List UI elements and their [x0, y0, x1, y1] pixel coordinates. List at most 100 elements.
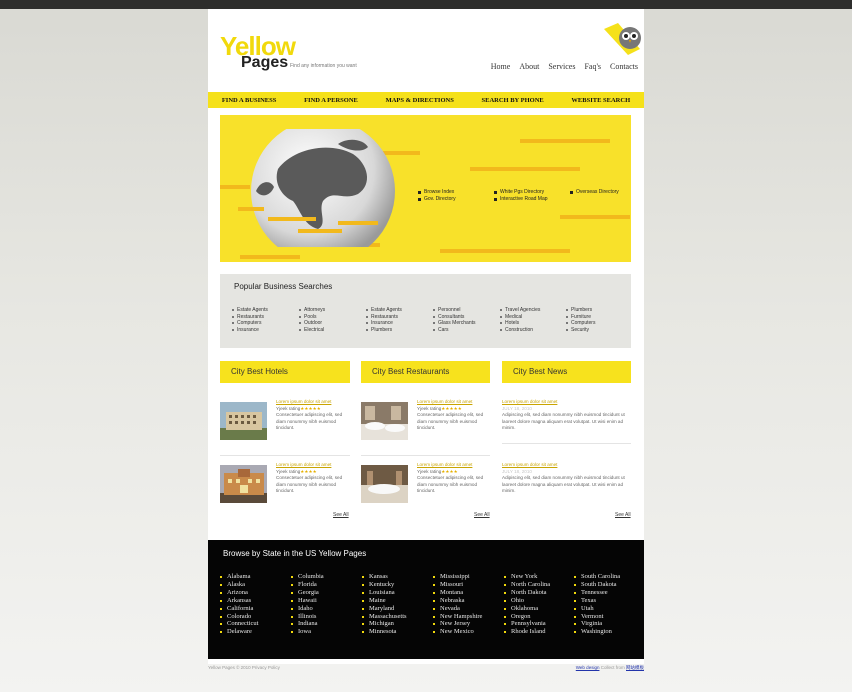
state-link[interactable]: Pennsylvania [504, 620, 550, 628]
popular-link[interactable]: Electrical [299, 327, 325, 334]
news-desc: Adipiscing elit, sed diam nonummy nibh e… [502, 412, 625, 431]
state-link[interactable]: New Jersey [433, 620, 482, 628]
news-link[interactable]: Lorem ipsum dolor sit amet [502, 462, 557, 467]
state-link[interactable]: Arizona [220, 589, 258, 597]
divider [361, 455, 490, 456]
nav-find-business[interactable]: FIND A BUSINESS [222, 97, 277, 104]
popular-link[interactable]: Security [566, 327, 595, 334]
state-link[interactable]: Illinois [291, 613, 324, 621]
hotel-link[interactable]: Lorem ipsum dolor sit amet [276, 462, 331, 467]
state-link[interactable]: Rhode Island [504, 628, 550, 636]
hotels-see-all-link[interactable]: See All [333, 512, 349, 518]
state-link[interactable]: Idaho [291, 605, 324, 613]
state-link[interactable]: Minnesota [362, 628, 407, 636]
restaurant-link[interactable]: Lorem ipsum dolor sit amet [417, 462, 472, 467]
hotel-link[interactable]: Lorem ipsum dolor sit amet [276, 399, 331, 404]
hero-link[interactable]: Gov. Directory [418, 196, 456, 203]
restaurants-heading: City Best Restaurants [361, 361, 490, 383]
news-see-all-link[interactable]: See All [615, 512, 631, 518]
hotel-text: Lorem ipsum dolor sit amet Yjeek rating★… [276, 399, 350, 432]
state-link[interactable]: Montana [433, 589, 482, 597]
state-link[interactable]: Louisiana [362, 589, 407, 597]
popular-link[interactable]: Insurance [232, 327, 268, 334]
state-link[interactable]: New York [504, 573, 550, 581]
copyright-text: Yellow Pages © 2010 Privacy Policy [208, 665, 280, 670]
state-link[interactable]: Missouri [433, 581, 482, 589]
state-link[interactable]: Alabama [220, 573, 258, 581]
nav-contacts[interactable]: Contacts [610, 62, 638, 71]
state-link[interactable]: Colorado [220, 613, 258, 621]
nav-faqs[interactable]: Faq's [584, 62, 601, 71]
state-link[interactable]: Ohio [504, 597, 550, 605]
hotels-heading: City Best Hotels [220, 361, 350, 383]
state-link[interactable]: Connecticut [220, 620, 258, 628]
popular-link[interactable]: Plumbers [366, 327, 402, 334]
states-col-4: Mississippi Missouri Montana Nebraska Ne… [433, 573, 482, 636]
nav-home[interactable]: Home [491, 62, 511, 71]
state-link[interactable]: Oklahoma [504, 605, 550, 613]
state-link[interactable]: Tennessee [574, 589, 620, 597]
state-link[interactable]: Vermont [574, 613, 620, 621]
restaurant-photo[interactable] [361, 465, 408, 503]
states-col-6: South Carolina South Dakota Tennessee Te… [574, 573, 620, 636]
restaurant-photo[interactable] [361, 402, 408, 440]
popular-link[interactable]: Construction [500, 327, 540, 334]
hero-link[interactable]: Overseas Directory [570, 189, 619, 196]
state-link[interactable]: Virginia [574, 620, 620, 628]
news-link[interactable]: Lorem ipsum dolor sit amet [502, 399, 557, 404]
state-link[interactable]: Hawaii [291, 597, 324, 605]
state-link[interactable]: South Dakota [574, 581, 620, 589]
rating-label: Yjeek rating [417, 468, 442, 474]
state-link[interactable]: Delaware [220, 628, 258, 636]
state-link[interactable]: Oregon [504, 613, 550, 621]
state-link[interactable]: Georgia [291, 589, 324, 597]
credit-site-link[interactable]: 网站模板 [626, 665, 644, 670]
nav-website-search[interactable]: WEBSITE SEARCH [571, 97, 630, 104]
nav-services[interactable]: Services [548, 62, 575, 71]
web-design-link[interactable]: Web design [576, 665, 600, 670]
globe-image [238, 129, 395, 247]
state-link[interactable]: Mississippi [433, 573, 482, 581]
state-link[interactable]: Columbia [291, 573, 324, 581]
state-link[interactable]: Arkansas [220, 597, 258, 605]
state-link[interactable]: Kentucky [362, 581, 407, 589]
state-link[interactable]: California [220, 605, 258, 613]
state-link[interactable]: Indiana [291, 620, 324, 628]
state-link[interactable]: New Hampshire [433, 613, 482, 621]
state-link[interactable]: Maryland [362, 605, 407, 613]
nav-search-phone[interactable]: SEARCH BY PHONE [482, 97, 544, 104]
state-link[interactable]: Washington [574, 628, 620, 636]
popular-link[interactable]: Cars [433, 327, 476, 334]
popular-col-2: Attorneys Pools Outdoor Electrical [299, 307, 325, 333]
restaurant-link[interactable]: Lorem ipsum dolor sit amet [417, 399, 472, 404]
hero-link[interactable]: White Pgs Directory [494, 189, 548, 196]
state-link[interactable]: Kansas [362, 573, 407, 581]
state-link[interactable]: Nevada [433, 605, 482, 613]
nav-maps-directions[interactable]: MAPS & DIRECTIONS [386, 97, 454, 104]
state-link[interactable]: Florida [291, 581, 324, 589]
state-link[interactable]: Maine [362, 597, 407, 605]
hero-link[interactable]: Interactive Road Map [494, 196, 548, 203]
state-link[interactable]: Nebraska [433, 597, 482, 605]
hotel-photo[interactable] [220, 465, 267, 503]
nav-find-person[interactable]: FIND A PERSONE [304, 97, 358, 104]
nav-about[interactable]: About [519, 62, 539, 71]
state-link[interactable]: Alaska [220, 581, 258, 589]
rating-label: Yjeek rating [276, 405, 301, 411]
main-nav: FIND A BUSINESS FIND A PERSONE MAPS & DI… [208, 92, 644, 108]
state-link[interactable]: Iowa [291, 628, 324, 636]
logo-pages[interactable]: Pages [241, 54, 288, 72]
state-link[interactable]: Massachusetts [362, 613, 407, 621]
state-link[interactable]: Texas [574, 597, 620, 605]
hero-link[interactable]: Browse Index [418, 189, 456, 196]
hero-stripe [470, 167, 580, 171]
state-link[interactable]: Michigan [362, 620, 407, 628]
hotel-photo[interactable] [220, 402, 267, 440]
state-link[interactable]: New Mexico [433, 628, 482, 636]
states-col-3: Kansas Kentucky Louisiana Maine Maryland… [362, 573, 407, 636]
state-link[interactable]: North Dakota [504, 589, 550, 597]
state-link[interactable]: North Carolina [504, 581, 550, 589]
restaurants-see-all-link[interactable]: See All [474, 512, 490, 518]
state-link[interactable]: Utah [574, 605, 620, 613]
state-link[interactable]: South Carolina [574, 573, 620, 581]
